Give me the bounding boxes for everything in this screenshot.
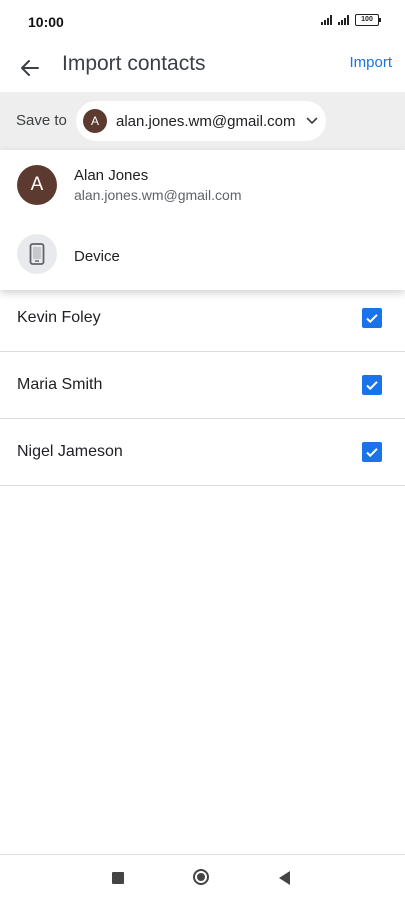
account-email: alan.jones.wm@gmail.com bbox=[116, 112, 296, 130]
contact-checkbox[interactable] bbox=[362, 375, 382, 395]
arrow-back-icon bbox=[21, 60, 39, 76]
signal-icon-2 bbox=[338, 15, 349, 25]
contact-name: Kevin Foley bbox=[17, 309, 101, 326]
back-button[interactable] bbox=[14, 52, 46, 84]
contact-name: Maria Smith bbox=[17, 376, 103, 393]
account-selector-chip[interactable]: A alan.jones.wm@gmail.com bbox=[76, 101, 326, 141]
account-avatar: A bbox=[83, 109, 107, 133]
status-time: 10:00 bbox=[28, 14, 64, 30]
phone-icon bbox=[17, 234, 57, 274]
home-icon[interactable] bbox=[193, 869, 209, 885]
page-title: Import contacts bbox=[62, 52, 206, 75]
dropdown-item-google-account[interactable]: A Alan Jones alan.jones.wm@gmail.com bbox=[0, 150, 405, 220]
contact-list: Kevin Foley Maria Smith Nigel Jameson bbox=[0, 285, 405, 486]
system-nav-bar bbox=[0, 854, 405, 902]
avatar: A bbox=[17, 165, 57, 205]
status-icons: 100 bbox=[321, 14, 381, 26]
device-label: Device bbox=[74, 248, 120, 265]
dropdown-item-device[interactable]: Device bbox=[0, 220, 405, 290]
check-icon bbox=[366, 448, 378, 458]
check-icon bbox=[366, 381, 378, 391]
contact-row[interactable]: Kevin Foley bbox=[0, 285, 405, 352]
back-triangle-icon[interactable] bbox=[279, 871, 290, 885]
save-to-bar: Save to A alan.jones.wm@gmail.com bbox=[0, 92, 405, 150]
contact-name: Nigel Jameson bbox=[17, 443, 123, 460]
account-dropdown-menu: A Alan Jones alan.jones.wm@gmail.com Dev… bbox=[0, 150, 405, 290]
chevron-down-icon bbox=[305, 114, 319, 128]
signal-icon bbox=[321, 15, 332, 25]
app-bar: Import contacts Import bbox=[0, 44, 405, 92]
check-icon bbox=[366, 314, 378, 324]
save-to-label: Save to bbox=[16, 112, 67, 129]
recent-apps-icon[interactable] bbox=[112, 872, 124, 884]
contact-row[interactable]: Nigel Jameson bbox=[0, 419, 405, 486]
account-name: Alan Jones bbox=[74, 167, 149, 184]
battery-icon: 100 bbox=[355, 14, 381, 26]
contact-checkbox[interactable] bbox=[362, 308, 382, 328]
import-button[interactable]: Import bbox=[349, 54, 392, 71]
contact-row[interactable]: Maria Smith bbox=[0, 352, 405, 419]
contact-checkbox[interactable] bbox=[362, 442, 382, 462]
status-bar: 10:00 100 bbox=[0, 0, 405, 44]
account-email: alan.jones.wm@gmail.com bbox=[74, 187, 242, 203]
